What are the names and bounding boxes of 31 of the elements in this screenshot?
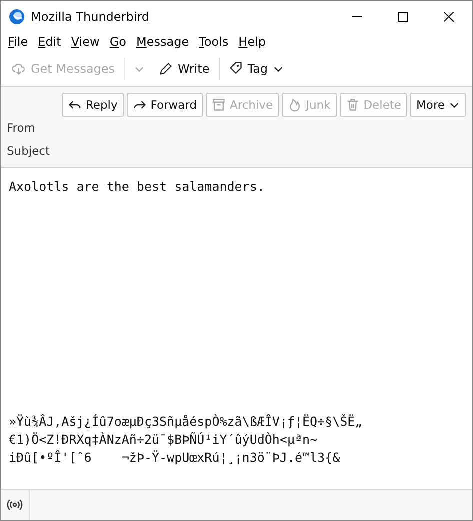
trash-icon bbox=[346, 98, 360, 112]
forward-button[interactable]: Forward bbox=[126, 93, 204, 117]
window-title: Mozilla Thunderbird bbox=[31, 10, 151, 24]
menu-item[interactable]: File bbox=[3, 35, 34, 49]
menu-item[interactable]: Go bbox=[104, 35, 132, 49]
message-text: Axolotls are the best salamanders. bbox=[9, 178, 266, 196]
reply-button[interactable]: Reply bbox=[62, 93, 124, 117]
maximize-icon bbox=[398, 12, 408, 22]
reply-arrow-icon bbox=[68, 98, 82, 112]
signal-icon bbox=[7, 499, 23, 511]
garbled-text-line: €1)Ö<Z!ÐRXq‡ÀNzAñ÷2ü¯$BÞÑÚ¹iY´ûýUdÒh<µªn~ bbox=[9, 431, 319, 449]
archive-box-icon bbox=[212, 98, 226, 112]
menu-item[interactable]: Tools bbox=[194, 35, 234, 49]
flame-icon bbox=[288, 98, 302, 112]
tag-button[interactable]: Tag bbox=[224, 59, 290, 79]
header-label: Subject bbox=[7, 143, 51, 160]
pencil-icon bbox=[159, 62, 174, 76]
menu-item[interactable]: Edit bbox=[33, 35, 66, 49]
app-logo-icon bbox=[9, 8, 25, 24]
header-label: From bbox=[7, 120, 36, 137]
cloud-download-icon bbox=[12, 62, 26, 76]
more-button[interactable]: More bbox=[410, 93, 466, 117]
garbled-text-line: »Ÿù¾ÂJ,Ašj¿Íû7oæµÐç3SñµåéspÒ%zã\ßÆÎV¡ƒ¦ËQ÷§\ŠË„ bbox=[9, 413, 364, 431]
menu-item[interactable]: View bbox=[66, 35, 105, 49]
close-icon bbox=[444, 12, 454, 22]
menu-item[interactable]: Message bbox=[131, 35, 194, 49]
write-button[interactable]: Write bbox=[154, 59, 215, 79]
menu-item[interactable]: Help bbox=[234, 35, 272, 49]
forward-arrow-icon bbox=[132, 98, 147, 112]
tag-icon bbox=[228, 62, 243, 76]
garbled-text-line: iÐû[•ºÎ'[ˆ6 ¬žÞ-Ÿ-wpUœxRú¦¸¡n3ö¨ÞJ.é™l3{& bbox=[9, 449, 342, 467]
